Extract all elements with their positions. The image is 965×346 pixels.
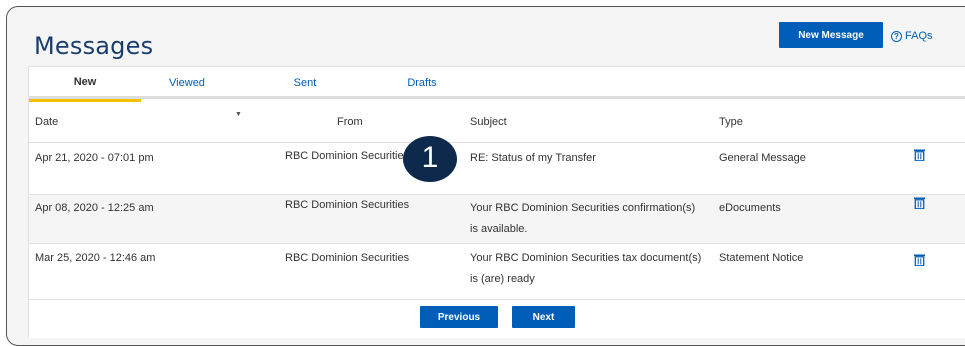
tab-viewed[interactable]: Viewed (147, 67, 227, 99)
tab-sent[interactable]: Sent (275, 67, 335, 99)
callout-number-badge: 1 (403, 136, 457, 182)
page-title: Messages (34, 32, 154, 60)
tab-drafts[interactable]: Drafts (387, 67, 457, 99)
row-date: Apr 21, 2020 - 07:01 pm (35, 152, 154, 164)
tab-new[interactable]: New (29, 67, 141, 102)
previous-button[interactable]: Previous (420, 306, 498, 328)
row-date: Apr 08, 2020 - 12:25 am (35, 202, 154, 214)
table-row[interactable]: Apr 08, 2020 - 12:25 am RBC Dominion Sec… (29, 195, 965, 244)
question-circle-icon: ? (891, 30, 902, 42)
trash-icon[interactable] (914, 197, 925, 209)
row-from: RBC Dominion Securities (285, 199, 410, 211)
row-from: RBC Dominion Securities (285, 150, 410, 162)
sort-caret-down-icon[interactable]: ▼ (235, 111, 242, 118)
row-subject-line2[interactable]: is (are) ready (470, 269, 535, 290)
row-subject[interactable]: RE: Status of my Transfer (470, 148, 596, 169)
column-date[interactable]: Date (35, 116, 58, 128)
new-message-button[interactable]: New Message (779, 22, 883, 48)
row-from: RBC Dominion Securities (285, 252, 410, 264)
messages-panel: New Viewed Sent Drafts Date ▼ From Subje… (28, 66, 965, 338)
table-header: Date ▼ From Subject Type (29, 101, 965, 143)
table-row[interactable]: Apr 21, 2020 - 07:01 pm RBC Dominion Sec… (29, 143, 965, 195)
faqs-link[interactable]: ? FAQs (891, 30, 933, 42)
column-from: From (337, 116, 363, 128)
row-type: Statement Notice (719, 252, 804, 264)
row-type: eDocuments (719, 202, 781, 214)
faqs-label: FAQs (905, 30, 933, 42)
tab-bar: New Viewed Sent Drafts (29, 67, 965, 102)
table-row[interactable]: Mar 25, 2020 - 12:46 am RBC Dominion Sec… (29, 244, 965, 300)
row-subject[interactable]: Your RBC Dominion Securities confirmatio… (470, 198, 695, 219)
trash-icon[interactable] (914, 149, 925, 161)
column-subject: Subject (470, 116, 507, 128)
row-date: Mar 25, 2020 - 12:46 am (35, 252, 156, 264)
row-subject[interactable]: Your RBC Dominion Securities tax documen… (470, 248, 701, 269)
trash-icon[interactable] (914, 254, 925, 266)
column-type: Type (719, 116, 743, 128)
row-type: General Message (719, 152, 806, 164)
row-subject-line2[interactable]: is available. (470, 219, 527, 240)
next-button[interactable]: Next (512, 306, 575, 328)
